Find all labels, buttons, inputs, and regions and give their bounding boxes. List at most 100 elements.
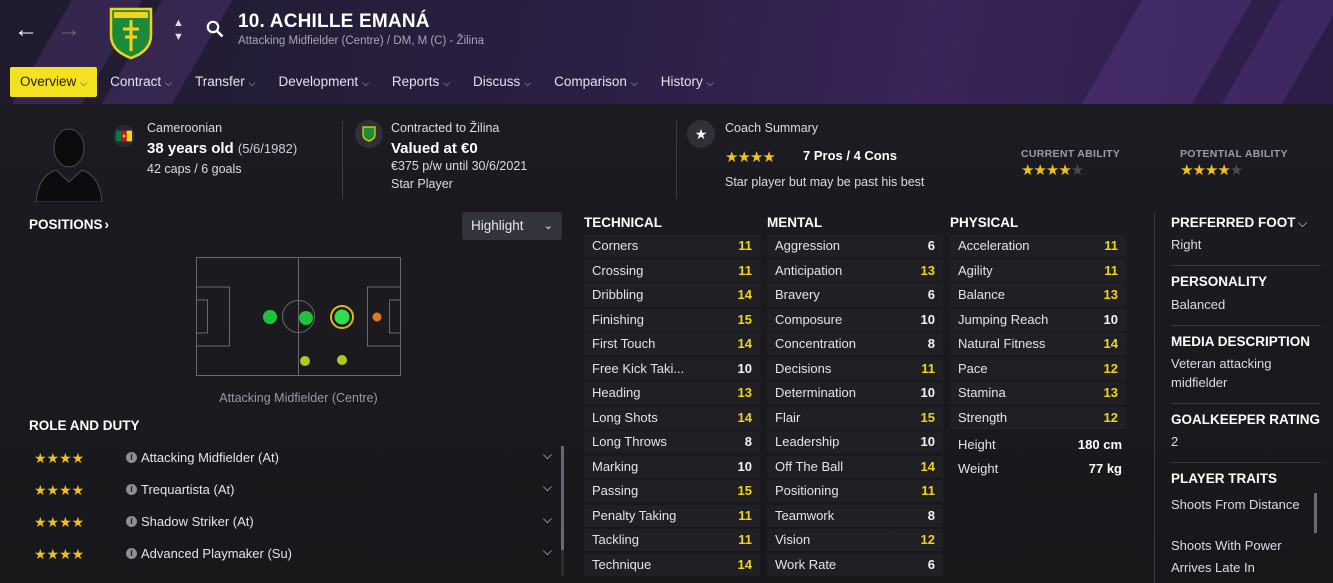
forward-arrow-icon[interactable]: →	[57, 18, 81, 42]
attribute-row[interactable]: Balance 13	[950, 284, 1126, 306]
club-crest-icon[interactable]	[108, 7, 154, 59]
chevron-down-icon[interactable]: ⌵	[543, 448, 552, 463]
attribute-value: 6	[927, 287, 935, 302]
attribute-row[interactable]: Flair 15	[767, 406, 943, 429]
chevron-down-icon[interactable]: ⌵	[543, 544, 552, 559]
attribute-row[interactable]: First Touch 14	[584, 333, 760, 355]
attribute-value: 8	[927, 336, 935, 351]
tab-overview[interactable]: Overview ⌵	[10, 67, 98, 97]
player-value: Valued at €0	[391, 140, 478, 157]
physical-attributes: Acceleration 11 Agility 11 Balance 13 Jumping …	[950, 235, 1126, 431]
attribute-row[interactable]: Work Rate 6	[767, 553, 943, 576]
attribute-name: Bravery	[775, 287, 820, 302]
attribute-name: Vision	[775, 532, 811, 547]
attribute-row[interactable]: Positioning 11	[767, 480, 943, 502]
attribute-row[interactable]: Acceleration 11	[950, 235, 1126, 257]
attribute-row[interactable]: Bravery 6	[767, 284, 943, 306]
positions-title[interactable]: POSITIONS ›	[29, 217, 109, 232]
role-row[interactable]: ★★★★ i Attacking Midfielder (At) ⌵	[28, 446, 556, 470]
attribute-name: Long Throws	[592, 434, 667, 449]
attribute-value: 12	[1103, 360, 1118, 376]
roles-scrollbar-thumb[interactable]	[561, 446, 564, 550]
info-icon[interactable]: i	[126, 516, 137, 527]
chevron-down-icon[interactable]: ⌵	[1298, 216, 1307, 231]
tab-history[interactable]: History ⌵	[651, 67, 724, 97]
tab-comparison[interactable]: Comparison ⌵	[544, 67, 648, 97]
media-description-line: Veteran attacking	[1171, 356, 1272, 371]
previous-player-icon[interactable]: ▲	[173, 17, 184, 29]
attribute-row[interactable]: Free Kick Taki... 10	[584, 357, 760, 380]
tab-discuss[interactable]: Discuss ⌵	[463, 67, 541, 97]
back-arrow-icon[interactable]: ←	[14, 18, 38, 42]
position-dot-m	[299, 311, 313, 325]
attribute-row[interactable]: Teamwork 8	[767, 504, 943, 527]
media-description-title: MEDIA DESCRIPTION	[1171, 334, 1311, 349]
attribute-row[interactable]: Stamina 13	[950, 382, 1126, 404]
attribute-name: Natural Fitness	[958, 336, 1046, 351]
attribute-row[interactable]: Tackling 11	[584, 529, 760, 551]
attribute-name: Teamwork	[775, 507, 835, 523]
attribute-row[interactable]: Corners 11	[584, 235, 760, 257]
chevron-down-icon[interactable]: ⌵	[543, 480, 552, 495]
tab-contract[interactable]: Contract ⌵	[100, 67, 182, 97]
attribute-value: 12	[920, 532, 935, 547]
pros-cons: 7 Pros / 4 Cons	[803, 148, 897, 163]
traits-scrollbar-thumb[interactable]	[1314, 493, 1317, 533]
chevron-down-icon[interactable]: ⌵	[543, 512, 552, 527]
attribute-row[interactable]: Dribbling 14	[584, 284, 760, 306]
attribute-row[interactable]: Jumping Reach 10	[950, 308, 1126, 331]
attribute-value: 14	[737, 336, 752, 351]
attribute-row[interactable]: Marking 10	[584, 455, 760, 478]
chevron-down-icon: ⌵	[630, 78, 638, 88]
attribute-value: 11	[1104, 238, 1118, 253]
attribute-row[interactable]: Heading 13	[584, 382, 760, 404]
info-icon[interactable]: i	[126, 484, 137, 495]
highlight-dropdown[interactable]: Highlight ⌄	[462, 212, 562, 240]
attribute-row[interactable]: Composure 10	[767, 308, 943, 331]
attribute-row[interactable]: Determination 10	[767, 382, 943, 404]
info-icon[interactable]: i	[126, 452, 137, 463]
player-trait: Arrives Late In	[1171, 560, 1255, 575]
role-row[interactable]: ★★★★ i Shadow Striker (At) ⌵	[28, 510, 556, 534]
attribute-row[interactable]: Agility 11	[950, 259, 1126, 282]
attribute-row[interactable]: Strength 12	[950, 406, 1126, 429]
tab-transfer[interactable]: Transfer ⌵	[185, 67, 266, 97]
technical-title: TECHNICAL	[584, 215, 662, 230]
attribute-row[interactable]: Long Throws 8	[584, 431, 760, 453]
attribute-value: 14	[737, 287, 752, 302]
attribute-value: 14	[1103, 336, 1118, 351]
position-dot-dm	[263, 310, 277, 324]
attribute-row[interactable]: Finishing 15	[584, 308, 760, 331]
next-player-icon[interactable]: ▼	[173, 31, 184, 43]
attribute-row[interactable]: Crossing 11	[584, 259, 760, 282]
info-icon[interactable]: i	[126, 548, 137, 559]
tab-label: Reports	[391, 74, 440, 89]
attribute-row[interactable]: Anticipation 13	[767, 259, 943, 282]
attribute-row[interactable]: Pace 12	[950, 357, 1126, 380]
attribute-row[interactable]: Technique 14	[584, 553, 760, 576]
attribute-row[interactable]: Aggression 6	[767, 235, 943, 257]
attribute-row[interactable]: Decisions 11	[767, 357, 943, 380]
attribute-row[interactable]: Concentration 8	[767, 333, 943, 355]
highlight-label: Highlight	[471, 218, 524, 233]
search-icon[interactable]	[206, 20, 224, 38]
attribute-row[interactable]: Penalty Taking 11	[584, 504, 760, 527]
squad-status: Star Player	[391, 177, 453, 191]
tab-development[interactable]: Development ⌵	[269, 67, 379, 97]
attribute-row[interactable]: Long Shots 14	[584, 406, 760, 429]
attribute-row[interactable]: Passing 15	[584, 480, 760, 502]
attribute-name: Flair	[775, 409, 801, 425]
tab-reports[interactable]: Reports ⌵	[382, 67, 460, 97]
attribute-row[interactable]: Off The Ball 14	[767, 455, 943, 478]
attribute-name: Concentration	[775, 336, 856, 351]
role-row[interactable]: ★★★★ i Trequartista (At) ⌵	[28, 478, 556, 502]
media-description-line: midfielder	[1171, 375, 1228, 390]
attribute-row[interactable]: Natural Fitness 14	[950, 333, 1126, 355]
attribute-row[interactable]: Leadership 10	[767, 431, 943, 453]
attribute-value: 14	[920, 458, 935, 474]
attribute-name: Balance	[958, 287, 1005, 302]
attribute-row[interactable]: Vision 12	[767, 529, 943, 551]
tab-label: Contract	[110, 74, 162, 89]
attribute-name: Determination	[775, 385, 856, 400]
role-row[interactable]: ★★★★ i Advanced Playmaker (Su) ⌵	[28, 542, 556, 566]
